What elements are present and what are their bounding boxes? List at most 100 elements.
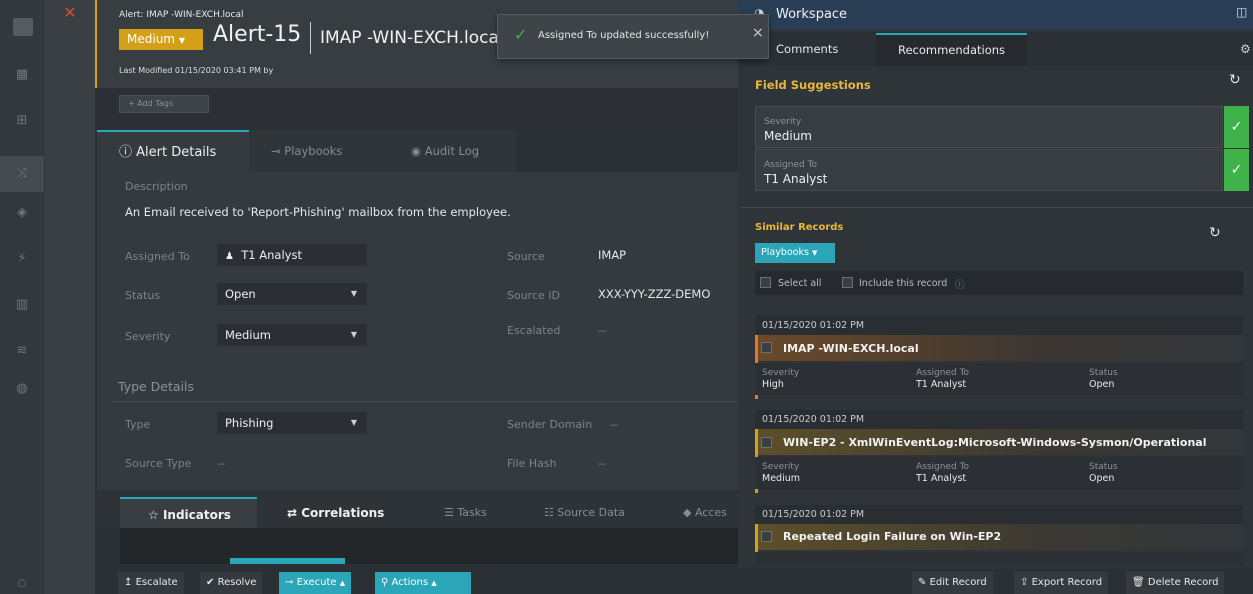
- tab-source-data[interactable]: ☷ Source Data: [544, 497, 625, 529]
- select-all-checkbox[interactable]: [760, 277, 771, 288]
- description-text: An Email received to 'Report-Phishing' m…: [125, 205, 511, 219]
- file-hash-label: File Hash: [507, 457, 557, 470]
- title-divider: [310, 22, 311, 54]
- tab-label: Alert Details: [136, 145, 217, 160]
- record-date: 01/15/2020 01:02 PM: [762, 509, 865, 520]
- assigned-to-field[interactable]: ♟ T1 Analyst: [217, 244, 367, 266]
- actions-button[interactable]: ⚲ Actions ▲: [375, 572, 471, 594]
- user-icon[interactable]: ○: [13, 575, 31, 593]
- record-assigned: T1 Analyst: [916, 379, 967, 390]
- meta-label: Severity: [762, 368, 800, 378]
- record-meta: [755, 457, 1243, 489]
- alert-number: Alert-15: [213, 22, 302, 47]
- record-meta: [755, 552, 1243, 566]
- shield-icon: ◆: [683, 506, 692, 519]
- playbook-icon: ⊸: [285, 577, 294, 588]
- chart-icon[interactable]: ≋: [13, 342, 31, 360]
- chevron-down-icon: ▼: [350, 330, 357, 339]
- similar-records-title: Similar Records: [755, 222, 844, 233]
- bolt-icon[interactable]: ⚡: [13, 250, 31, 268]
- export-label: Export Record: [1031, 577, 1103, 588]
- record-checkbox[interactable]: [761, 342, 772, 353]
- left-navigation: ▦ ⊞ ⤨ ◈ ⚡ ▥ ≋ ◍ ○: [0, 0, 45, 594]
- status-label: Status: [125, 289, 161, 302]
- escalate-button[interactable]: ↥ Escalate: [118, 572, 184, 594]
- field-suggestions-title: Field Suggestions: [755, 78, 871, 92]
- accept-suggestion-button[interactable]: ✓: [1224, 149, 1249, 191]
- chevron-down-icon: ▼: [350, 418, 357, 427]
- severity-label: Severity: [125, 330, 171, 343]
- execute-button[interactable]: ⊸ Execute ▲: [279, 572, 352, 594]
- close-icon[interactable]: ✕: [45, 0, 95, 30]
- type-label: Type: [125, 418, 151, 431]
- record-title[interactable]: Repeated Login Failure on Win-EP2: [783, 530, 1001, 543]
- export-icon: ⇪: [1020, 577, 1029, 588]
- refresh-icon[interactable]: ↻: [1229, 72, 1241, 88]
- record-title[interactable]: WIN-EP2 - XmlWinEventLog:Microsoft-Windo…: [783, 436, 1207, 449]
- record-checkbox[interactable]: [761, 531, 772, 542]
- edit-icon: ✎: [918, 577, 927, 588]
- severity-select[interactable]: Medium ▼: [217, 324, 367, 346]
- status-select[interactable]: Open ▼: [217, 283, 367, 305]
- refresh-icon[interactable]: ↻: [1209, 225, 1221, 241]
- arrows-icon: ⇄: [287, 506, 298, 520]
- layout-toggle-icon[interactable]: ◫: [1236, 5, 1247, 19]
- delete-record-button[interactable]: 🗑 Delete Record: [1126, 572, 1225, 594]
- tab-audit-log[interactable]: ◉ Audit Log: [389, 130, 516, 172]
- database-icon: ☷: [544, 506, 554, 519]
- severity-badge[interactable]: Medium ▼: [119, 29, 203, 50]
- meta-label: Assigned To: [916, 462, 970, 472]
- close-icon[interactable]: ×: [752, 25, 764, 41]
- tab-comments[interactable]: Comments: [776, 42, 838, 56]
- edit-record-button[interactable]: ✎ Edit Record: [912, 572, 993, 594]
- playbooks-dropdown-button[interactable]: Playbooks ▼: [755, 243, 835, 263]
- source-value: IMAP: [598, 248, 627, 262]
- tab-playbooks[interactable]: ⊸ Playbooks: [249, 130, 389, 172]
- tab-label: Tasks: [457, 506, 487, 519]
- gear-icon[interactable]: ⚙: [1240, 42, 1251, 56]
- shield-icon[interactable]: ◈: [13, 204, 31, 222]
- include-record-checkbox[interactable]: [842, 277, 853, 288]
- shuffle-icon[interactable]: ⤨: [0, 156, 44, 192]
- building-icon[interactable]: ▥: [13, 296, 31, 314]
- sub-navigation: [45, 30, 95, 594]
- user-icon: ♟: [225, 251, 234, 262]
- tab-correlations[interactable]: ⇄ Correlations: [287, 497, 384, 529]
- tab-alert-details[interactable]: ⓘ Alert Details: [97, 130, 249, 172]
- dashboard-icon[interactable]: ▦: [13, 66, 31, 84]
- escalated-value: --: [598, 324, 606, 337]
- record-status: Open: [1089, 473, 1115, 484]
- record-date: 01/15/2020 01:02 PM: [762, 320, 865, 331]
- info-icon[interactable]: ⓘ: [955, 277, 965, 291]
- tab-indicators[interactable]: ☆ Indicators: [120, 497, 257, 529]
- record-checkbox[interactable]: [761, 437, 772, 448]
- type-select[interactable]: Phishing ▼: [217, 412, 367, 434]
- indicator-tab-strip[interactable]: [230, 558, 345, 564]
- app-logo-icon[interactable]: [13, 18, 33, 36]
- divider: [740, 207, 1253, 208]
- tab-label: Indicators: [162, 508, 231, 522]
- check-icon: ✓: [1230, 119, 1243, 135]
- file-hash-value: --: [598, 457, 606, 470]
- tab-tasks[interactable]: ☰ Tasks: [444, 497, 487, 529]
- execute-label: Execute: [296, 577, 337, 588]
- include-record-label: Include this record: [859, 278, 948, 289]
- modules-icon[interactable]: ⊞: [13, 112, 31, 130]
- resolve-label: Resolve: [217, 577, 257, 588]
- tab-recommendations[interactable]: Recommendations: [876, 33, 1027, 66]
- resolve-button[interactable]: ✔ Resolve: [200, 572, 263, 594]
- accept-suggestion-button[interactable]: ✓: [1224, 106, 1249, 148]
- workspace-title: Workspace: [776, 7, 848, 22]
- escalate-label: Escalate: [135, 577, 178, 588]
- check-icon: ✓: [514, 25, 528, 44]
- suggestion-value: T1 Analyst: [764, 172, 828, 186]
- export-record-button[interactable]: ⇪ Export Record: [1014, 572, 1109, 594]
- chevron-down-icon: ▼: [178, 36, 185, 45]
- meta-label: Status: [1089, 462, 1118, 472]
- add-tags-input[interactable]: + Add Tags: [119, 95, 209, 113]
- globe-icon[interactable]: ◍: [13, 380, 31, 398]
- tab-access[interactable]: ◆ Acces: [683, 497, 727, 529]
- source-id-value: XXX-YYY-ZZZ-DEMO: [598, 287, 711, 301]
- source-type-label: Source Type: [125, 457, 192, 470]
- record-title[interactable]: IMAP -WIN-EXCH.local: [783, 342, 919, 355]
